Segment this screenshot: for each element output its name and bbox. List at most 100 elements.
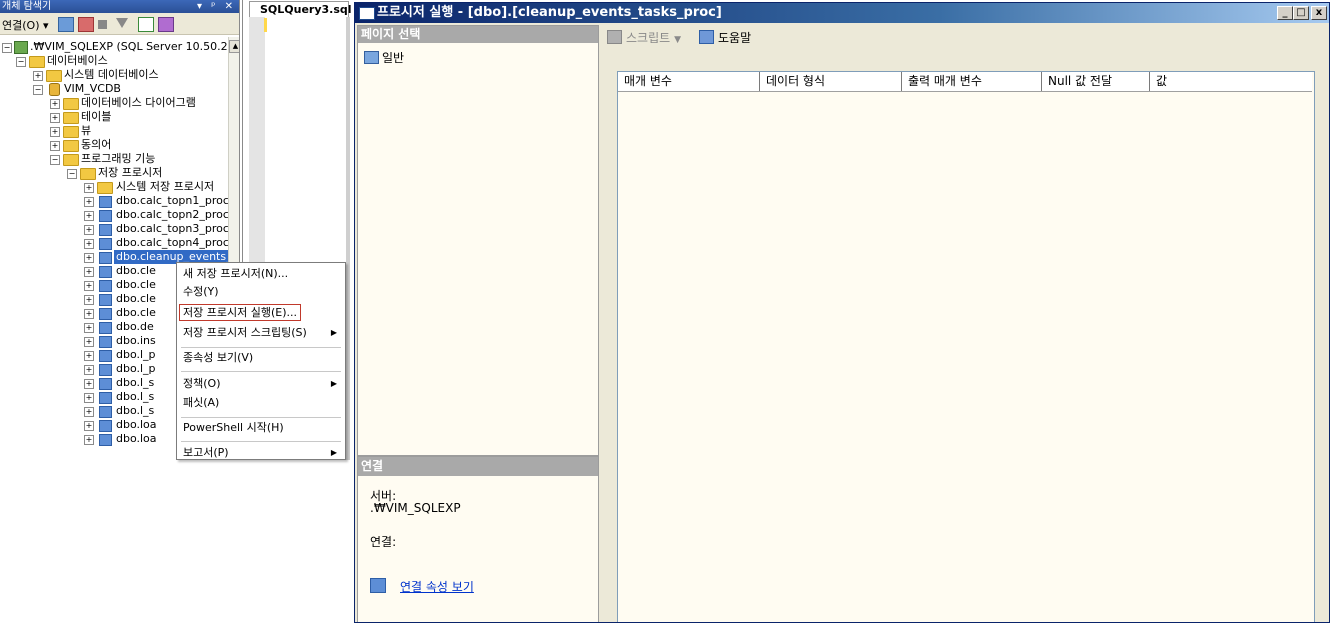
connect-icon[interactable] bbox=[58, 17, 74, 32]
expand-icon[interactable]: + bbox=[84, 379, 94, 389]
tree-node-label: dbo.calc_topn3_proc bbox=[116, 222, 229, 235]
column-value[interactable]: 값 bbox=[1150, 72, 1312, 91]
expand-icon[interactable]: + bbox=[50, 99, 60, 109]
column-output-parameter[interactable]: 출력 매개 변수 bbox=[902, 72, 1042, 91]
tree-node-label: dbo.l_p bbox=[116, 348, 156, 361]
grid-header: 매개 변수 데이터 형식 출력 매개 변수 Null 값 전달 값 bbox=[618, 72, 1312, 92]
close-button[interactable]: x bbox=[1311, 6, 1327, 20]
folder-icon bbox=[97, 182, 113, 194]
menu-item-view-dependencies[interactable]: 종속성 보기(V) bbox=[177, 349, 345, 367]
stored-procedure-icon bbox=[99, 308, 112, 320]
object-explorer-details-icon[interactable] bbox=[158, 17, 174, 32]
expand-icon[interactable]: + bbox=[84, 421, 94, 431]
tree-node-label: 저장 프로시저 bbox=[98, 166, 163, 179]
tree-node-label: dbo.loa bbox=[116, 418, 157, 431]
menu-item-new-stored-procedure[interactable]: 새 저장 프로시저(N)... bbox=[177, 265, 345, 283]
menu-item-policies[interactable]: 정책(O) ▶ bbox=[177, 375, 345, 393]
script-icon bbox=[607, 30, 622, 44]
editor-cursor bbox=[264, 18, 267, 32]
minimize-button[interactable]: _ bbox=[1277, 6, 1293, 20]
tree-node-label: dbo.cle bbox=[116, 264, 156, 277]
dropdown-arrow-icon: ▼ bbox=[674, 35, 682, 45]
expand-icon[interactable]: + bbox=[50, 113, 60, 123]
menu-item-reports[interactable]: 보고서(P) ▶ bbox=[177, 444, 345, 462]
dialog-main-area: 스크립트 ▼ 도움말 매개 변수 데이터 형식 출력 매개 변수 Null 값 전… bbox=[601, 25, 1329, 622]
menu-item-start-powershell[interactable]: PowerShell 시작(H) bbox=[177, 419, 345, 437]
maximize-button[interactable]: □ bbox=[1293, 6, 1309, 20]
expand-icon[interactable]: + bbox=[84, 225, 94, 235]
expand-icon[interactable]: + bbox=[84, 267, 94, 277]
tab-sqlquery3[interactable]: SQLQuery3.sql bbox=[249, 1, 352, 17]
menu-item-modify[interactable]: 수정(Y) bbox=[177, 283, 345, 301]
expand-icon[interactable]: + bbox=[84, 365, 94, 375]
tree-node-label: dbo.l_s bbox=[116, 404, 155, 417]
expand-icon[interactable]: + bbox=[84, 393, 94, 403]
stored-procedure-icon bbox=[99, 364, 112, 376]
context-menu: 새 저장 프로시저(N)... 수정(Y) 저장 프로시저 실행(E)... 저… bbox=[176, 262, 346, 460]
stored-procedure-icon bbox=[99, 406, 112, 418]
tree-node-label: dbo.calc_topn1_proc bbox=[116, 194, 229, 207]
collapse-icon[interactable]: − bbox=[33, 85, 43, 95]
tree-node-label: 데이터베이스 bbox=[47, 54, 108, 67]
menu-item-label: 저장 프로시저 스크립팅(S) bbox=[183, 326, 307, 339]
page-icon bbox=[364, 51, 379, 64]
view-connection-properties-link[interactable]: 연결 속성 보기 bbox=[400, 580, 474, 594]
expand-icon[interactable]: + bbox=[84, 211, 94, 221]
stop-icon[interactable] bbox=[98, 20, 107, 29]
collapse-icon[interactable]: − bbox=[67, 169, 77, 179]
expand-icon[interactable]: + bbox=[84, 323, 94, 333]
collapse-icon[interactable]: − bbox=[16, 57, 26, 67]
stored-procedure-icon bbox=[99, 252, 112, 264]
expand-icon[interactable]: + bbox=[84, 197, 94, 207]
dialog-title-bar[interactable]: 프로시저 실행 - [dbo].[cleanup_events_tasks_pr… bbox=[355, 3, 1329, 23]
stored-procedure-icon bbox=[99, 378, 112, 390]
column-parameter[interactable]: 매개 변수 bbox=[618, 72, 760, 91]
script-button[interactable]: 스크립트 ▼ bbox=[607, 29, 681, 46]
stored-procedure-icon bbox=[99, 336, 112, 348]
menu-item-facets[interactable]: 패싯(A) bbox=[177, 394, 345, 412]
tree-node-label: dbo.cle bbox=[116, 278, 156, 291]
disconnect-icon[interactable] bbox=[78, 17, 94, 32]
connect-dropdown[interactable]: 연결(O) ▾ bbox=[2, 17, 49, 33]
menu-item-label: 패싯(A) bbox=[183, 396, 220, 409]
tree-node-label: dbo.loa bbox=[116, 432, 157, 445]
expand-icon[interactable]: + bbox=[84, 183, 94, 193]
expand-icon[interactable]: + bbox=[84, 407, 94, 417]
menu-item-execute-stored-procedure[interactable]: 저장 프로시저 실행(E)... bbox=[177, 304, 345, 322]
stored-procedure-icon bbox=[99, 420, 112, 432]
parameters-grid[interactable]: 매개 변수 데이터 형식 출력 매개 변수 Null 값 전달 값 bbox=[617, 71, 1315, 622]
help-button[interactable]: 도움말 bbox=[699, 29, 751, 46]
expand-icon[interactable]: + bbox=[84, 351, 94, 361]
dialog-toolbar: 스크립트 ▼ 도움말 bbox=[601, 25, 1329, 51]
scroll-up-icon[interactable]: ▲ bbox=[229, 40, 239, 53]
column-data-type[interactable]: 데이터 형식 bbox=[760, 72, 902, 91]
expand-icon[interactable]: + bbox=[84, 309, 94, 319]
expand-icon[interactable]: + bbox=[33, 71, 43, 81]
expand-icon[interactable]: + bbox=[84, 281, 94, 291]
expand-icon[interactable]: + bbox=[84, 253, 94, 263]
stored-procedure-icon bbox=[99, 224, 112, 236]
panel-controls[interactable]: ▾ ᵖ ✕ bbox=[197, 0, 236, 13]
expand-icon[interactable]: + bbox=[84, 435, 94, 445]
collapse-icon[interactable]: − bbox=[2, 43, 12, 53]
menu-item-script-stored-procedure[interactable]: 저장 프로시저 스크립팅(S) ▶ bbox=[177, 324, 345, 342]
column-pass-null[interactable]: Null 값 전달 bbox=[1042, 72, 1150, 91]
collapse-icon[interactable]: − bbox=[50, 155, 60, 165]
expand-icon[interactable]: + bbox=[84, 295, 94, 305]
editor-scrollbar[interactable] bbox=[346, 17, 350, 460]
tree-node-label: dbo.l_s bbox=[116, 390, 155, 403]
stored-procedure-icon bbox=[99, 294, 112, 306]
page-general[interactable]: 일반 bbox=[364, 50, 404, 66]
tree-node-label: dbo.calc_topn2_proc bbox=[116, 208, 229, 221]
refresh-icon[interactable] bbox=[138, 17, 154, 32]
expand-icon[interactable]: + bbox=[84, 239, 94, 249]
expand-icon[interactable]: + bbox=[50, 127, 60, 137]
filter-icon[interactable] bbox=[116, 18, 128, 28]
execute-procedure-dialog: 프로시저 실행 - [dbo].[cleanup_events_tasks_pr… bbox=[354, 2, 1330, 623]
view-connection-properties[interactable]: 연결 속성 보기 bbox=[370, 578, 474, 595]
stored-procedure-icon bbox=[99, 322, 112, 334]
page-general-label: 일반 bbox=[382, 51, 405, 65]
expand-icon[interactable]: + bbox=[84, 337, 94, 347]
connection-properties-icon bbox=[370, 578, 386, 593]
expand-icon[interactable]: + bbox=[50, 141, 60, 151]
